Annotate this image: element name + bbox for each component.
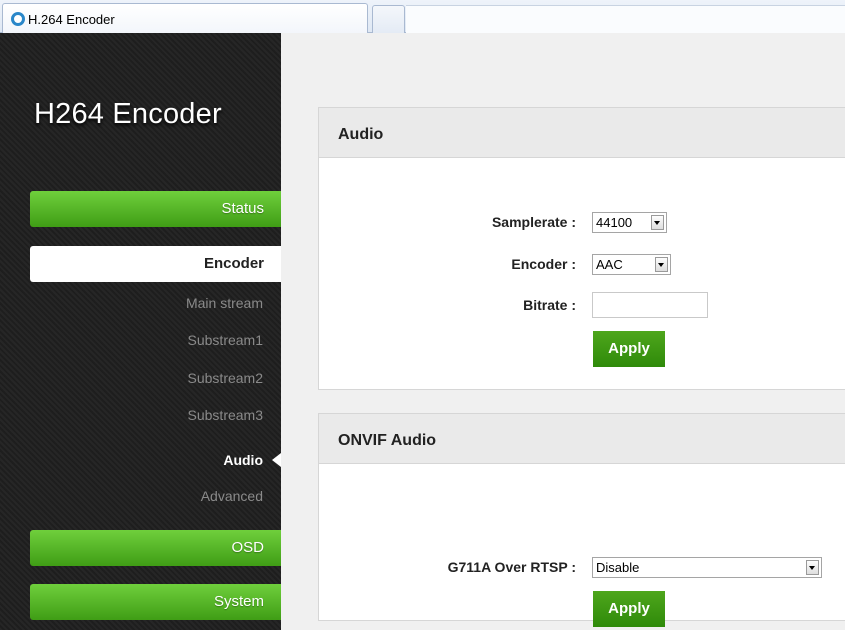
- samplerate-value: 44100: [596, 215, 633, 230]
- encoder-label: Encoder :: [511, 256, 576, 272]
- audio-apply-button[interactable]: Apply: [593, 331, 665, 367]
- audio-panel-title: Audio: [338, 126, 384, 143]
- chevron-down-icon[interactable]: [651, 215, 664, 230]
- main-content: Audio Samplerate : 44100 Encoder : AAC B…: [281, 33, 845, 630]
- sidebar: H264 Encoder Status Encoder Main stream …: [0, 33, 281, 630]
- nav-status-button[interactable]: Status: [30, 191, 281, 227]
- audio-panel: Audio Samplerate : 44100 Encoder : AAC B…: [318, 107, 845, 390]
- bitrate-input[interactable]: [592, 292, 708, 318]
- nav-system-button[interactable]: System: [30, 584, 281, 620]
- sidebar-item-advanced[interactable]: Advanced: [30, 488, 263, 504]
- sidebar-item-audio[interactable]: Audio: [30, 452, 263, 468]
- browser-tab[interactable]: H.264 Encoder: [2, 3, 368, 33]
- nav-encoder-button[interactable]: Encoder: [30, 246, 281, 282]
- encoder-select[interactable]: AAC: [592, 254, 671, 275]
- sidebar-item-substream1[interactable]: Substream1: [30, 332, 263, 348]
- g711a-value: Disable: [596, 560, 640, 575]
- nav-osd-button[interactable]: OSD: [30, 530, 281, 566]
- sidebar-item-main-stream[interactable]: Main stream: [30, 295, 263, 311]
- onvif-panel-title: ONVIF Audio: [338, 432, 437, 449]
- sidebar-item-substream2[interactable]: Substream2: [30, 370, 263, 386]
- audio-panel-header: [319, 108, 845, 158]
- new-tab-button[interactable]: [372, 5, 405, 33]
- onvif-audio-panel: ONVIF Audio G711A Over RTSP : Disable Ap…: [318, 413, 845, 627]
- encoder-value: AAC: [596, 257, 623, 272]
- samplerate-select[interactable]: 44100: [592, 212, 667, 233]
- g711a-select[interactable]: Disable: [592, 557, 822, 578]
- bitrate-label: Bitrate :: [523, 297, 576, 313]
- onvif-apply-button[interactable]: Apply: [593, 591, 665, 627]
- tab-strip-empty: [406, 5, 845, 33]
- chevron-down-icon[interactable]: [655, 257, 668, 272]
- g711a-label: G711A Over RTSP :: [447, 559, 576, 575]
- brand-title: H264 Encoder: [34, 98, 222, 130]
- browser-tab-bar: H.264 Encoder: [0, 0, 845, 33]
- samplerate-label: Samplerate :: [491, 214, 576, 230]
- active-item-pointer: [272, 453, 281, 467]
- sidebar-item-substream3[interactable]: Substream3: [30, 407, 263, 423]
- browser-tab-title: H.264 Encoder: [28, 12, 115, 27]
- browser-loading-icon: [11, 12, 25, 26]
- chevron-down-icon[interactable]: [806, 560, 819, 575]
